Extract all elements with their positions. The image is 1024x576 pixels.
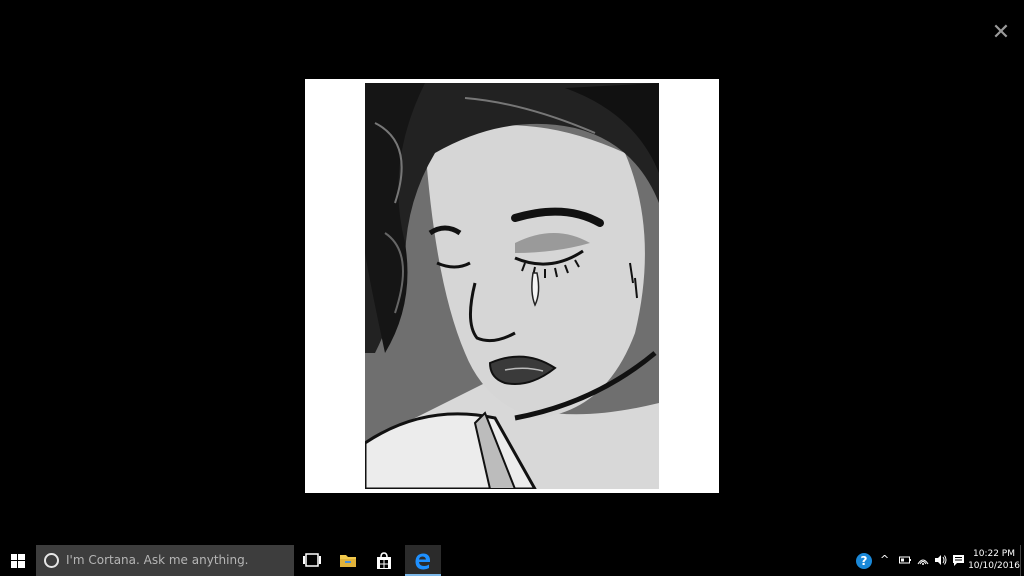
show-hidden-icons-icon[interactable]: ^ [880, 553, 889, 566]
search-placeholder: I'm Cortana. Ask me anything. [66, 553, 249, 567]
photo-frame [305, 79, 719, 493]
edge-button[interactable] [405, 545, 441, 576]
taskbar: I'm Cortana. Ask me anything. ? ^ 10:22 … [0, 545, 1024, 576]
battery-icon[interactable] [899, 554, 911, 566]
show-desktop-button[interactable] [1020, 545, 1024, 576]
clock-date: 10/10/2016 [968, 561, 1020, 571]
file-explorer-icon [340, 555, 356, 567]
action-center-icon[interactable] [952, 554, 965, 567]
task-view-icon [303, 553, 321, 567]
clock-time: 10:22 PM [973, 549, 1015, 559]
start-button[interactable] [0, 545, 36, 576]
volume-icon[interactable] [934, 554, 947, 566]
crying-woman-illustration [365, 83, 659, 489]
edge-icon [415, 553, 431, 570]
windows-icon [11, 554, 25, 568]
help-icon[interactable]: ? [856, 553, 872, 569]
file-explorer-button[interactable] [330, 545, 366, 576]
store-button[interactable] [366, 545, 402, 576]
task-view-button[interactable] [294, 545, 330, 576]
photo-viewer: ✕ [0, 0, 1024, 545]
cortana-search-box[interactable]: I'm Cortana. Ask me anything. [36, 545, 294, 576]
store-icon [377, 552, 391, 569]
cortana-icon [44, 553, 59, 568]
close-icon[interactable]: ✕ [990, 22, 1012, 44]
wifi-icon[interactable] [917, 554, 929, 566]
clock[interactable]: 10:22 PM 10/10/2016 [966, 548, 1022, 572]
